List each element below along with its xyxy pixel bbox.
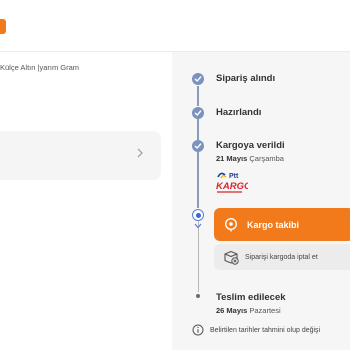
expandable-row[interactable] — [0, 131, 161, 180]
top-bar — [0, 0, 350, 52]
timeline-line-1 — [197, 86, 199, 106]
pending-step-dot — [196, 294, 200, 298]
estimate-note: Belirtilen tarihler tahmini olup değişi — [192, 324, 320, 336]
step-date-weekday: Pazartesi — [249, 306, 281, 315]
current-position-marker — [192, 209, 204, 221]
check-icon — [192, 107, 204, 119]
cancel-in-shipment-option[interactable]: Siparişi kargoda iptal et — [214, 244, 350, 270]
cancel-in-shipment-text: Siparişi kargoda iptal et — [245, 253, 318, 261]
ptt-kargo-logo: Ptt KARGO — [214, 168, 252, 196]
step-date-kargoya-verildi: 21 Mayıs Çarşamba — [216, 154, 284, 163]
track-shipment-label: Kargo takibi — [247, 219, 300, 230]
step-date-day: 21 Mayıs — [216, 154, 248, 163]
logo-text-ptt: Ptt — [229, 173, 239, 180]
check-icon — [192, 140, 204, 152]
timeline-line-3 — [197, 152, 199, 208]
logo-text-kargo: KARGO — [216, 181, 248, 192]
step-title-kargoya-verildi: Kargoya verildi — [216, 140, 285, 151]
product-name[interactable]: Külçe Altın |yarım Gram — [0, 63, 79, 72]
current-position-core — [195, 212, 201, 218]
chevron-right-icon — [135, 147, 145, 159]
chevron-down-icon — [194, 223, 202, 229]
package-cancel-icon — [224, 250, 239, 265]
location-pin-icon — [224, 217, 238, 231]
info-icon — [192, 324, 204, 336]
timeline-line-2 — [197, 119, 199, 140]
track-shipment-button[interactable]: Kargo takibi — [214, 208, 350, 241]
estimate-note-text: Belirtilen tarihler tahmini olup değişi — [210, 326, 321, 334]
step-date-day: 26 Mayıs — [216, 306, 248, 315]
step-title-hazirlandi: Hazırlandı — [216, 107, 262, 118]
timeline-line-4 — [197, 221, 199, 292]
step-date-weekday: Çarşamba — [249, 154, 284, 163]
check-icon — [192, 73, 204, 85]
order-items-panel — [0, 52, 172, 350]
step-title-teslim-edilecek: Teslim edilecek — [216, 292, 286, 303]
orange-action-button[interactable] — [0, 19, 6, 34]
step-title-siparis-alindi: Sipariş alındı — [216, 73, 276, 84]
step-date-teslim-edilecek: 26 Mayıs Pazartesi — [216, 306, 281, 315]
